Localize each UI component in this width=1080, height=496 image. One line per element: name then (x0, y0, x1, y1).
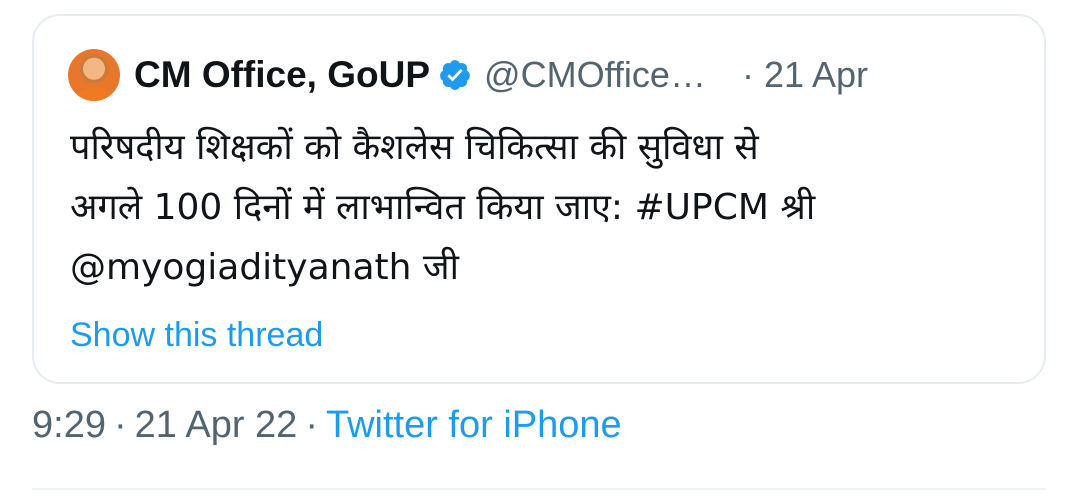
verified-badge-icon (440, 60, 470, 90)
separator-dot: · (741, 54, 754, 95)
separator-dot: · (113, 404, 127, 446)
user-handle[interactable]: @CMOffice… (484, 54, 706, 96)
quoted-tweet-text: परिषदीय शिक्षकों को कैशलेस चिकित्सा की स… (70, 118, 1030, 298)
tweet-date[interactable]: 21 Apr 22 (135, 404, 298, 446)
tweet-text-line-3: @myogiadityanath जी (70, 247, 459, 288)
separator-dot: · (305, 404, 318, 446)
tweet-text-line-1: परिषदीय शिक्षकों को कैशलेस चिकित्सा की स… (70, 127, 759, 168)
show-thread-link[interactable]: Show this thread (70, 316, 323, 355)
quoted-tweet-card[interactable]: CM Office, GoUP @CMOffice… · 21 Apr परिष… (32, 14, 1046, 384)
display-name[interactable]: CM Office, GoUP (134, 54, 430, 96)
quoted-tweet-date[interactable]: 21 Apr (764, 54, 868, 96)
divider (32, 488, 1046, 490)
quoted-tweet-header: CM Office, GoUP @CMOffice… · 21 Apr (68, 48, 868, 102)
tweet-meta: 9:29 · 21 Apr 22 · Twitter for iPhone (32, 404, 622, 447)
tweet-text-line-2: अगले 100 दिनों में लाभान्वित किया जाए: #… (70, 187, 816, 228)
tweet-time[interactable]: 9:29 (32, 404, 106, 446)
tweet-source-link[interactable]: Twitter for iPhone (326, 404, 622, 446)
avatar[interactable] (68, 49, 120, 101)
